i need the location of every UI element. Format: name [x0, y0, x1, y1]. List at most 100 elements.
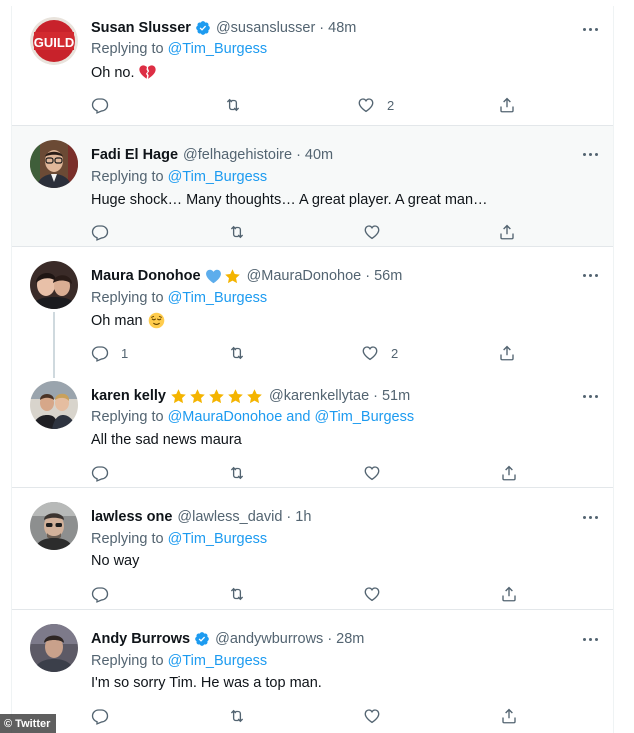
verified-badge-icon [194, 631, 210, 647]
user-handle[interactable]: @MauraDonohoe [247, 268, 362, 284]
share-button[interactable] [500, 584, 518, 604]
display-name[interactable]: lawless one [91, 509, 172, 525]
replying-to-link[interactable]: @Tim_Burgess [168, 169, 268, 185]
share-button[interactable] [498, 343, 516, 363]
display-name[interactable]: karen kelly [91, 388, 166, 404]
tweet-text: Huge shock… Many thoughts… A great playe… [91, 192, 488, 208]
user-handle[interactable]: @lawless_david [177, 509, 282, 525]
avatar[interactable] [30, 140, 78, 188]
retweet-button[interactable] [228, 706, 246, 726]
tweet-text-content: No way [91, 553, 140, 569]
share-icon [502, 708, 516, 724]
tweet-header: lawless one @lawless_david · 1h [91, 507, 311, 527]
like-button[interactable]: 2 [357, 95, 394, 115]
retweet-button[interactable] [224, 95, 254, 115]
thread-maura-donohoe: Maura Donohoe @MauraDonohoe · 56m Replyi… [12, 247, 613, 488]
replying-to-link[interactable]: @MauraDonohoe and @Tim_Burgess [168, 409, 415, 425]
tweet-lawless-one[interactable]: lawless one @lawless_david · 1h Replying… [12, 488, 613, 610]
tweet-header: Maura Donohoe @MauraDonohoe · 56m [91, 266, 402, 286]
reply-button[interactable] [91, 95, 121, 115]
replying-to-prefix: Replying to [91, 409, 168, 425]
replying-to-link[interactable]: @Tim_Burgess [168, 41, 268, 57]
like-button[interactable]: 2 [361, 343, 398, 363]
tweet-time[interactable]: 48m [328, 20, 356, 36]
more-icon[interactable] [578, 510, 602, 524]
reply-icon [91, 225, 109, 241]
verified-badge-icon [195, 20, 211, 36]
more-icon[interactable] [578, 147, 602, 161]
tweet-fadi-el-hage[interactable]: Fadi El Hage @felhagehistoire · 40m Repl… [12, 126, 613, 247]
replying-to-link[interactable]: @Tim_Burgess [168, 531, 268, 547]
reply-button[interactable] [91, 706, 109, 726]
avatar-logo-text: GUILD [34, 35, 74, 50]
avatar[interactable] [30, 261, 78, 309]
avatar-guild-logo: GUILD [30, 17, 78, 65]
more-icon[interactable] [578, 22, 602, 36]
more-icon[interactable] [578, 632, 602, 646]
tweet-header: karen kelly @karenkellytae · 51m [91, 386, 410, 406]
retweet-button[interactable] [228, 584, 246, 604]
user-handle[interactable]: @karenkellytae [269, 388, 369, 404]
display-name[interactable]: Maura Donohoe [91, 268, 201, 284]
share-icon [500, 97, 514, 113]
retweet-button[interactable] [228, 222, 246, 242]
avatar[interactable] [30, 624, 78, 672]
share-icon [500, 345, 514, 361]
tweet-header: Susan Slusser @susanslusser · 48m [91, 18, 356, 38]
share-button[interactable] [500, 463, 518, 483]
user-handle[interactable]: @felhagehistoire [183, 147, 292, 163]
avatar[interactable] [30, 381, 78, 429]
replying-to: Replying to @Tim_Burgess [91, 41, 267, 57]
tweet-susan-slusser[interactable]: GUILD Susan Slusser @susanslusser · 48m … [12, 6, 613, 126]
user-handle[interactable]: @susanslusser [216, 20, 315, 36]
tweet-actions: 2 [91, 95, 541, 115]
avatar-photo [30, 502, 78, 550]
avatar-photo [30, 140, 78, 188]
like-button[interactable] [363, 706, 381, 726]
reply-button[interactable] [91, 584, 109, 604]
retweet-button[interactable] [228, 463, 246, 483]
reply-button[interactable] [91, 222, 109, 242]
like-icon [362, 346, 378, 361]
reply-button[interactable] [91, 463, 109, 483]
tweet-text: I'm so sorry Tim. He was a top man. [91, 675, 322, 691]
display-name[interactable]: Andy Burrows [91, 631, 190, 647]
replying-to: Replying to @Tim_Burgess [91, 290, 267, 306]
more-icon[interactable] [578, 389, 602, 403]
like-button[interactable] [363, 222, 381, 242]
display-name[interactable]: Susan Slusser [91, 20, 191, 36]
share-icon [502, 586, 516, 602]
replying-to-prefix: Replying to [91, 653, 168, 669]
reply-button[interactable]: 1 [91, 343, 128, 363]
share-icon [502, 465, 516, 481]
star-emoji-icon [170, 388, 187, 405]
avatar[interactable]: GUILD [30, 17, 78, 65]
meta-separator: · [327, 631, 333, 647]
tweet-header: Andy Burrows @andywburrows · 28m [91, 629, 364, 649]
tweet-text-content: Huge shock… Many thoughts… A great playe… [91, 192, 488, 208]
tweet-time[interactable]: 40m [305, 147, 333, 163]
tweet-time[interactable]: 56m [374, 268, 402, 284]
tweet-time[interactable]: 1h [295, 509, 311, 525]
broken-heart-emoji-icon [138, 64, 156, 81]
share-button[interactable] [500, 706, 518, 726]
relieved-face-emoji-icon [148, 312, 165, 329]
like-button[interactable] [363, 463, 381, 483]
tweet-text: All the sad news maura [91, 432, 242, 448]
user-handle[interactable]: @andywburrows [215, 631, 323, 647]
share-button[interactable] [498, 222, 516, 242]
more-icon[interactable] [578, 268, 602, 282]
share-button[interactable] [498, 95, 516, 115]
star-emoji-icon [208, 388, 225, 405]
tweet-time[interactable]: 51m [382, 388, 410, 404]
tweet-time[interactable]: 28m [336, 631, 364, 647]
replying-to: Replying to @MauraDonohoe and @Tim_Burge… [91, 409, 414, 425]
replying-to-link[interactable]: @Tim_Burgess [168, 290, 268, 306]
retweet-button[interactable] [228, 343, 246, 363]
tweet-andy-burrows[interactable]: Andy Burrows @andywburrows · 28m Replyin… [12, 610, 613, 733]
like-button[interactable] [363, 584, 381, 604]
replying-to-link[interactable]: @Tim_Burgess [168, 653, 268, 669]
avatar[interactable] [30, 502, 78, 550]
display-name[interactable]: Fadi El Hage [91, 147, 178, 163]
replying-to-prefix: Replying to [91, 290, 168, 306]
